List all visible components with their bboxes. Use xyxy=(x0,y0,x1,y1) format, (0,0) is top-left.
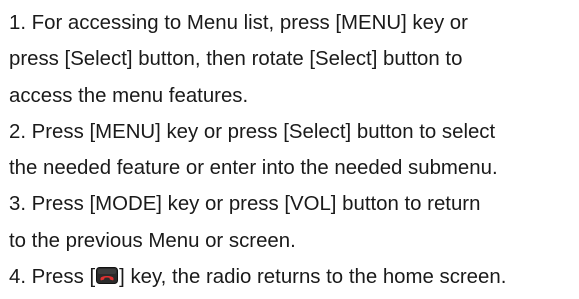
instruction-line-8: 4. Press [ ] key, the radio returns to t… xyxy=(9,259,579,295)
instruction-line-1: 1. For accessing to Menu list, press [ME… xyxy=(9,12,468,34)
instruction-line-4: 2. Press [MENU] key or press [Select] bu… xyxy=(9,120,496,143)
instruction-line-3: access the menu features. xyxy=(9,84,249,107)
line-8-suffix: ] key, the radio returns to the home scr… xyxy=(119,266,507,289)
line-8-prefix: 4. Press [ xyxy=(9,266,96,289)
instruction-line-7: to the previous Menu or screen. xyxy=(9,229,296,252)
instruction-line-6: 3. Press [MODE] key or press [VOL] butto… xyxy=(9,193,481,216)
instruction-line-5: the needed feature or enter into the nee… xyxy=(9,157,498,180)
end-call-key-icon xyxy=(96,267,119,285)
instruction-line-2: press [Select] button, then rotate [Sele… xyxy=(9,48,463,71)
instruction-text: 1. For accessing to Menu list, press [ME… xyxy=(9,5,579,295)
